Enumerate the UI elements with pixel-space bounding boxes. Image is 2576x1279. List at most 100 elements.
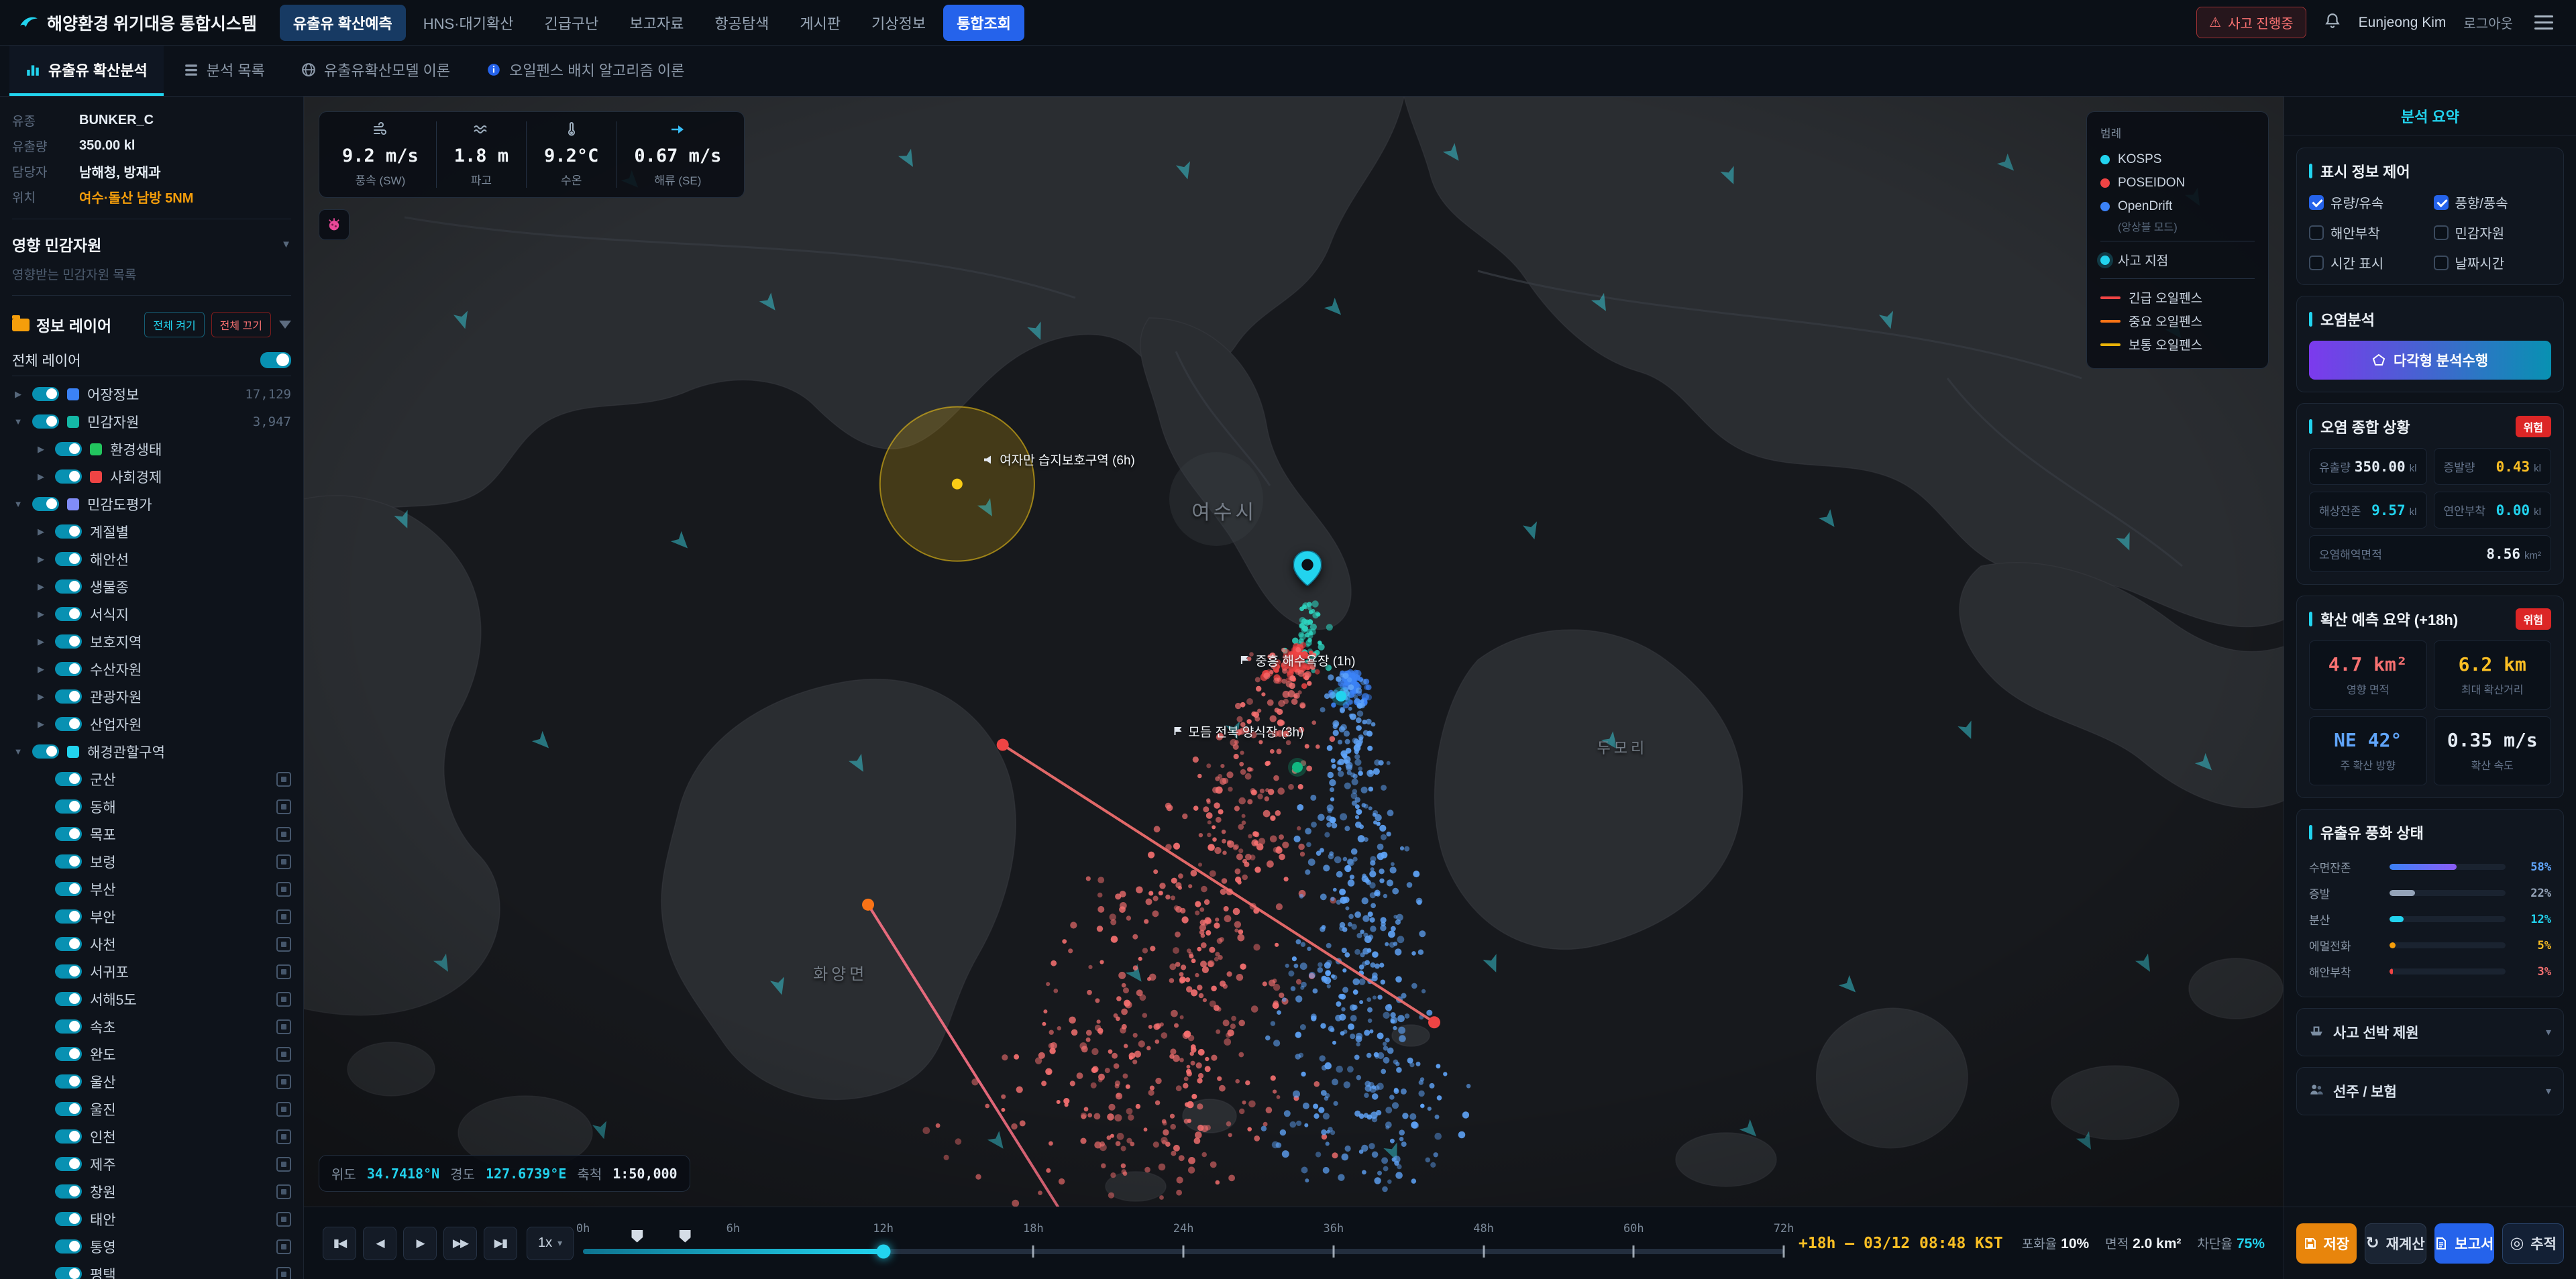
locate-icon[interactable] — [276, 1047, 291, 1062]
layer-toggle[interactable] — [55, 662, 82, 676]
layer-row[interactable]: 부안 — [12, 903, 291, 930]
layer-row[interactable]: ▼민감도평가 — [12, 490, 291, 518]
layer-toggle[interactable] — [55, 579, 82, 594]
track-button[interactable]: ◎추적 — [2502, 1223, 2564, 1264]
layer-toggle[interactable] — [55, 827, 82, 841]
display-option[interactable]: 민감자원 — [2434, 223, 2552, 242]
layer-row[interactable]: ▶환경생태 — [12, 435, 291, 463]
layer-toggle[interactable] — [55, 689, 82, 704]
checkbox[interactable] — [2309, 195, 2324, 210]
fence-deploy-marker[interactable] — [680, 1230, 691, 1243]
menu-icon[interactable] — [2530, 11, 2557, 34]
incident-status-badge[interactable]: ⚠ 사고 진행중 — [2196, 7, 2306, 38]
display-option[interactable]: 해안부착 — [2309, 223, 2427, 242]
checkbox[interactable] — [2434, 225, 2449, 240]
tab[interactable]: 오일펜스 배치 알고리즘 이론 — [470, 46, 700, 96]
map-canvas[interactable]: 9.2 m/s풍속 (SW)1.8 m파고9.2°C수온0.67 m/s해류 (… — [304, 97, 2284, 1207]
fast-forward-button[interactable]: ▶▶ — [443, 1227, 477, 1260]
layer-toggle[interactable] — [55, 1019, 82, 1034]
locate-icon[interactable] — [276, 882, 291, 897]
collapsed-section[interactable]: 선주 / 보험▾ — [2296, 1067, 2564, 1115]
locate-icon[interactable] — [276, 1157, 291, 1172]
layer-toggle[interactable] — [32, 414, 59, 429]
layer-toggle[interactable] — [55, 1047, 82, 1061]
checkbox[interactable] — [2434, 195, 2449, 210]
locate-icon[interactable] — [276, 772, 291, 787]
layer-row[interactable]: 보령 — [12, 848, 291, 875]
layer-row[interactable]: 목포 — [12, 820, 291, 848]
analysis-summary-tab[interactable]: 분석 요약 — [2284, 97, 2576, 135]
layer-row[interactable]: 사천 — [12, 930, 291, 958]
layer-row[interactable]: 태안 — [12, 1205, 291, 1233]
play-button[interactable]: ▶ — [403, 1227, 437, 1260]
layer-toggle[interactable] — [55, 552, 82, 566]
layer-row[interactable]: 군산 — [12, 765, 291, 793]
skip-start-button[interactable]: ▮◀ — [323, 1227, 356, 1260]
tab[interactable]: 분석 목록 — [168, 46, 281, 96]
layer-toggle[interactable] — [55, 1129, 82, 1144]
tab[interactable]: 유출유확산모델 이론 — [285, 46, 466, 96]
checkbox[interactable] — [2309, 225, 2324, 240]
layer-row[interactable]: 서해5도 — [12, 985, 291, 1013]
save-button[interactable]: 저장 — [2296, 1223, 2357, 1264]
nav-item[interactable]: HNS·대기확산 — [410, 5, 527, 41]
layer-row[interactable]: 통영 — [12, 1233, 291, 1260]
checkbox[interactable] — [2309, 256, 2324, 270]
analysis-summary-panel[interactable]: 표시 정보 제어 유량/유속풍향/풍속해안부착민감자원시간 표시날짜시간 오염분… — [2284, 135, 2576, 1207]
layer-row[interactable]: ▶관광자원 — [12, 683, 291, 710]
layer-row[interactable]: 제주 — [12, 1150, 291, 1178]
layer-row[interactable]: 동해 — [12, 793, 291, 820]
layer-row[interactable]: 울산 — [12, 1068, 291, 1095]
layer-row[interactable]: 창원 — [12, 1178, 291, 1205]
layer-toggle[interactable] — [55, 524, 82, 539]
layer-toggle[interactable] — [55, 1212, 82, 1226]
locate-icon[interactable] — [276, 827, 291, 842]
layers-all-on-button[interactable]: 전체 켜기 — [144, 312, 204, 337]
layer-row[interactable]: ▼민감자원3,947 — [12, 408, 291, 435]
locate-icon[interactable] — [276, 1074, 291, 1089]
master-layer-toggle[interactable] — [260, 352, 291, 368]
layer-toggle[interactable] — [55, 1074, 82, 1089]
layer-toggle[interactable] — [55, 772, 82, 786]
nav-item[interactable]: 유출유 확산예측 — [280, 5, 406, 41]
layer-toggle[interactable] — [55, 909, 82, 924]
layer-toggle[interactable] — [55, 442, 82, 456]
filter-icon[interactable] — [279, 321, 291, 329]
layer-row[interactable]: 울진 — [12, 1095, 291, 1123]
checkbox[interactable] — [2434, 256, 2449, 270]
layer-row[interactable]: 평택 — [12, 1260, 291, 1279]
layer-toggle[interactable] — [55, 1102, 82, 1116]
locate-icon[interactable] — [276, 854, 291, 869]
layer-row[interactable]: 완도 — [12, 1040, 291, 1068]
locate-icon[interactable] — [276, 909, 291, 924]
locate-icon[interactable] — [276, 1019, 291, 1034]
locate-icon[interactable] — [276, 1102, 291, 1117]
layer-row[interactable]: ▶서식지 — [12, 600, 291, 628]
layer-toggle[interactable] — [55, 854, 82, 869]
layers-all-off-button[interactable]: 전체 끄기 — [211, 312, 271, 337]
playback-speed-button[interactable]: 1x ▾ — [527, 1227, 574, 1260]
fence-deploy-marker[interactable] — [631, 1230, 643, 1243]
display-option[interactable]: 풍향/풍속 — [2434, 192, 2552, 212]
layer-toggle[interactable] — [55, 1267, 82, 1279]
step-back-button[interactable]: ◀ — [363, 1227, 396, 1260]
collapsed-section[interactable]: 사고 선박 제원▾ — [2296, 1008, 2564, 1056]
locate-icon[interactable] — [276, 1239, 291, 1254]
layer-row[interactable]: ▶계절별 — [12, 518, 291, 545]
locate-icon[interactable] — [276, 799, 291, 814]
app-logo[interactable]: 해양환경 위기대응 통합시스템 — [19, 11, 257, 35]
layer-toggle[interactable] — [55, 882, 82, 896]
layer-row[interactable]: ▶산업자원 — [12, 710, 291, 738]
layer-toggle[interactable] — [32, 387, 59, 401]
spill-point-pin[interactable] — [1293, 551, 1322, 589]
locate-icon[interactable] — [276, 964, 291, 979]
layer-row[interactable]: ▶어장정보17,129 — [12, 380, 291, 408]
nav-item[interactable]: 긴급구난 — [531, 5, 612, 41]
map-tool-button[interactable] — [319, 209, 350, 240]
resource-marker-dot[interactable] — [1292, 762, 1303, 773]
logout-button[interactable]: 로그아웃 — [2463, 13, 2513, 32]
layer-row[interactable]: ▶수산자원 — [12, 655, 291, 683]
layer-row[interactable]: ▼해경관할구역 — [12, 738, 291, 765]
locate-icon[interactable] — [276, 1267, 291, 1279]
layer-toggle[interactable] — [55, 607, 82, 621]
